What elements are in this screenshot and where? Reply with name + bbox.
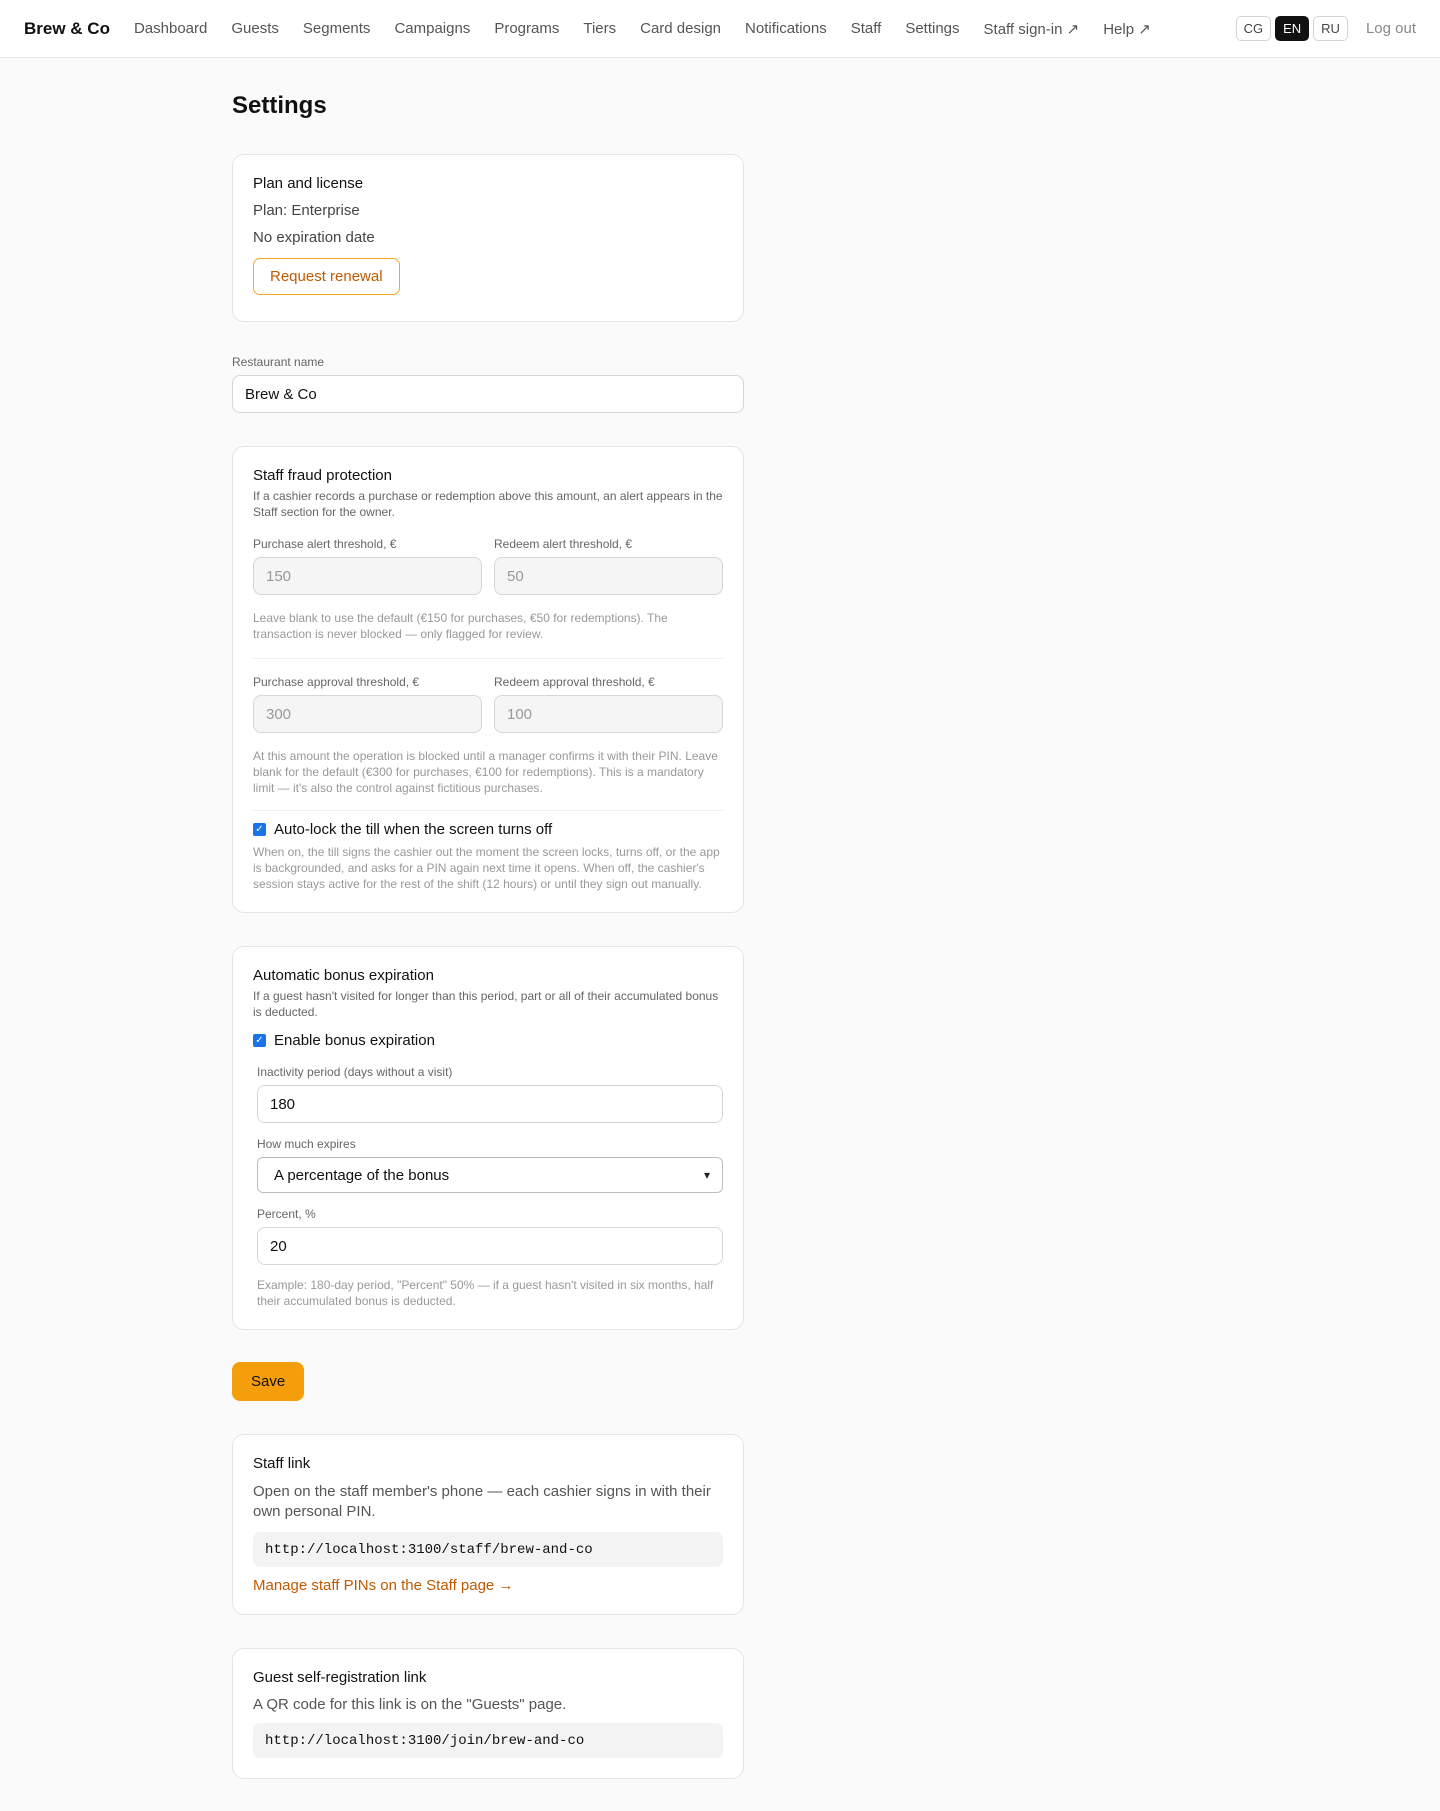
chevron-down-icon: ▾ — [703, 1168, 710, 1182]
nav-dashboard[interactable]: Dashboard — [134, 20, 207, 37]
expiration-fields: Inactivity period (days without a visit)… — [253, 1065, 723, 1309]
redeem-alert-label: Redeem alert threshold, € — [494, 537, 633, 551]
restaurant-name-input[interactable]: Brew & Co — [232, 375, 744, 413]
staff-link-url[interactable]: http://localhost:3100/staff/brew-and-co — [253, 1532, 723, 1567]
alert-threshold-row: Purchase alert threshold, € 150 Redeem a… — [253, 537, 723, 595]
settings-main: Settings Plan and license Plan: Enterpri… — [232, 58, 744, 1779]
lang-ru-button[interactable]: RU — [1313, 16, 1348, 41]
inactivity-input[interactable]: 180 — [257, 1085, 723, 1123]
redeem-approval-input[interactable]: 100 — [494, 695, 723, 733]
staff-link-title: Staff link — [253, 1455, 311, 1472]
autolock-hint: When on, the till signs the cashier out … — [253, 845, 720, 891]
enable-expiration-checkbox[interactable]: ✓ — [253, 1034, 266, 1047]
percent-label: Percent, % — [257, 1207, 316, 1221]
purchase-alert-group: Purchase alert threshold, € 150 — [253, 537, 482, 595]
approval-threshold-hint: At this amount the operation is blocked … — [253, 749, 718, 795]
plan-card: Plan and license Plan: Enterprise No exp… — [232, 154, 744, 322]
redeem-approval-group: Redeem approval threshold, € 100 — [494, 675, 723, 733]
purchase-alert-label: Purchase alert threshold, € — [253, 537, 397, 551]
staff-link-description: Open on the staff member's phone — each … — [253, 1483, 711, 1520]
nav-help[interactable]: Help ↗ — [1103, 20, 1151, 38]
nav-segments[interactable]: Segments — [303, 20, 371, 37]
nav-tiers[interactable]: Tiers — [583, 20, 616, 37]
guest-link-description: A QR code for this link is on the "Guest… — [253, 1696, 567, 1713]
lang-en-button[interactable]: EN — [1275, 16, 1310, 41]
how-much-select[interactable]: A percentage of the bonus ▾ — [257, 1157, 723, 1193]
enable-expiration-row[interactable]: ✓ Enable bonus expiration — [253, 1032, 723, 1049]
how-much-selected: A percentage of the bonus — [274, 1166, 450, 1184]
purchase-approval-group: Purchase approval threshold, € 300 — [253, 675, 482, 733]
expiration-example-hint: Example: 180-day period, "Percent" 50% —… — [257, 1278, 714, 1308]
autolock-checkbox[interactable]: ✓ — [253, 823, 266, 836]
fraud-card-title: Staff fraud protection — [253, 467, 392, 484]
nav-campaigns[interactable]: Campaigns — [394, 20, 470, 37]
autolock-label: Auto-lock the till when the screen turns… — [274, 821, 553, 838]
how-much-label: How much expires — [257, 1137, 356, 1151]
save-button[interactable]: Save — [232, 1362, 305, 1401]
restaurant-name-group: Restaurant name Brew & Co — [232, 355, 744, 413]
save-row: Save — [232, 1362, 744, 1401]
approval-threshold-row: Purchase approval threshold, € 300 Redee… — [253, 675, 723, 733]
nav-settings[interactable]: Settings — [905, 20, 959, 37]
staff-link-card: Staff link Open on the staff member's ph… — [232, 1434, 744, 1615]
brand-logo[interactable]: Brew & Co — [24, 19, 110, 39]
nav-notifications[interactable]: Notifications — [745, 20, 827, 37]
nav-guests[interactable]: Guests — [231, 20, 279, 37]
fraud-protection-card: Staff fraud protection If a cashier reco… — [232, 446, 744, 913]
expiration-card-title: Automatic bonus expiration — [253, 967, 434, 984]
enable-expiration-label: Enable bonus expiration — [274, 1032, 435, 1049]
alert-threshold-hint: Leave blank to use the default (€150 for… — [253, 611, 668, 641]
nav-staff-sign-in[interactable]: Staff sign-in ↗ — [984, 20, 1080, 38]
nav-programs[interactable]: Programs — [494, 20, 559, 37]
purchase-approval-label: Purchase approval threshold, € — [253, 675, 420, 689]
guest-link-title: Guest self-registration link — [253, 1669, 427, 1686]
logout-link[interactable]: Log out — [1366, 20, 1416, 37]
redeem-alert-input[interactable]: 50 — [494, 557, 723, 595]
nav-staff[interactable]: Staff — [851, 20, 882, 37]
fraud-divider-1 — [253, 658, 723, 659]
plan-expiration: No expiration date — [253, 229, 375, 246]
restaurant-name-label: Restaurant name — [232, 355, 325, 369]
autolock-checkbox-row[interactable]: ✓ Auto-lock the till when the screen tur… — [253, 821, 723, 838]
redeem-approval-label: Redeem approval threshold, € — [494, 675, 655, 689]
purchase-alert-input[interactable]: 150 — [253, 557, 482, 595]
plan-card-title: Plan and license — [253, 175, 364, 192]
manage-staff-pins-link[interactable]: Manage staff PINs on the Staff page → — [253, 1577, 723, 1594]
plan-name: Plan: Enterprise — [253, 202, 360, 219]
page-title: Settings — [232, 92, 327, 119]
nav-card-design[interactable]: Card design — [640, 20, 721, 37]
fraud-card-description: If a cashier records a purchase or redem… — [253, 489, 723, 519]
request-renewal-button[interactable]: Request renewal — [253, 258, 400, 295]
guest-link-card: Guest self-registration link A QR code f… — [232, 1648, 744, 1779]
redeem-alert-group: Redeem alert threshold, € 50 — [494, 537, 723, 595]
fraud-divider-2 — [253, 810, 723, 811]
top-nav: Brew & Co Dashboard Guests Segments Camp… — [0, 0, 1440, 58]
lang-cg-button[interactable]: CG — [1235, 16, 1272, 41]
purchase-approval-input[interactable]: 300 — [253, 695, 482, 733]
percent-input[interactable]: 20 — [257, 1227, 723, 1265]
guest-link-url[interactable]: http://localhost:3100/join/brew-and-co — [253, 1723, 723, 1758]
bonus-expiration-card: Automatic bonus expiration If a guest ha… — [232, 946, 744, 1330]
inactivity-label: Inactivity period (days without a visit) — [257, 1065, 453, 1079]
expiration-card-description: If a guest hasn't visited for longer tha… — [253, 989, 719, 1019]
